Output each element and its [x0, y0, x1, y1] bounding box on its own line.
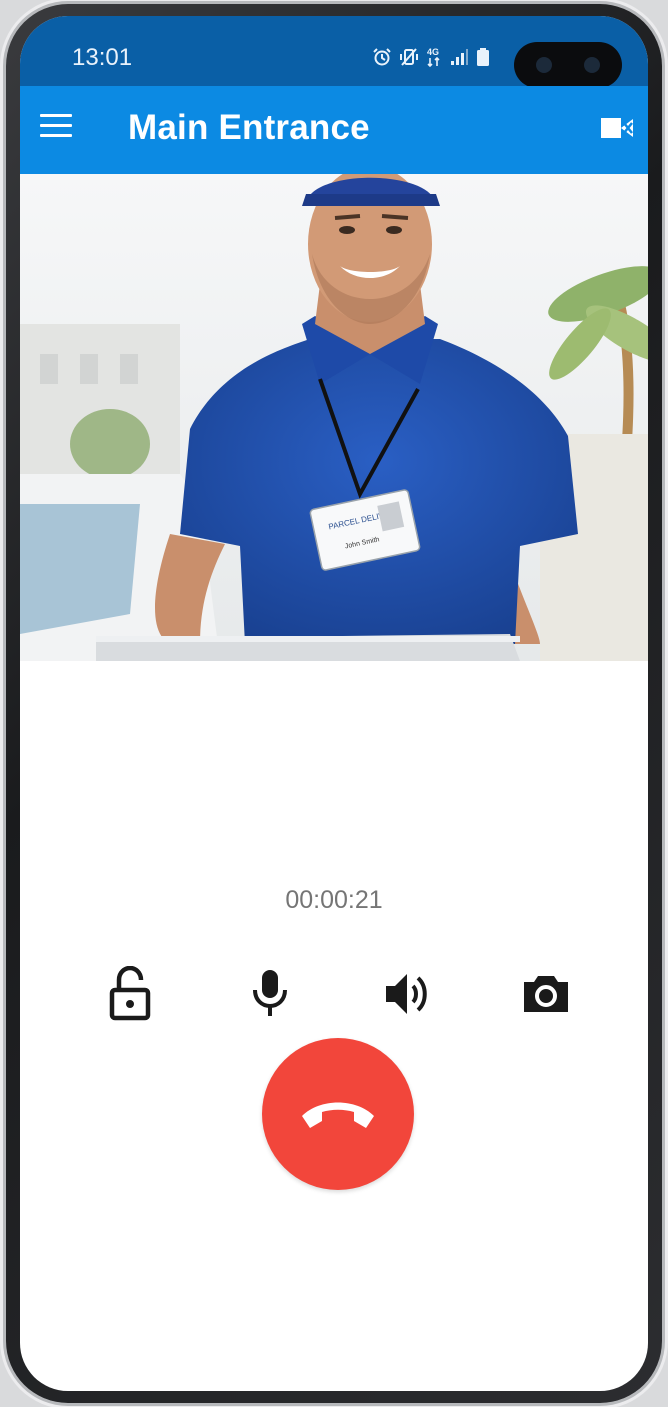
hamburger-menu-icon[interactable]	[40, 114, 72, 142]
alarm-icon	[373, 48, 391, 66]
status-time: 13:01	[72, 44, 133, 71]
battery-icon	[477, 48, 489, 66]
signal-icon	[451, 49, 468, 65]
status-bar: 13:01 4G	[20, 16, 648, 88]
status-icons: 4G	[372, 46, 490, 68]
phone-frame: 13:01 4G Main Entrance PARCEL DELIVERY J…	[6, 4, 662, 1403]
unlock-icon	[109, 966, 151, 1021]
front-camera-cutout	[514, 42, 622, 88]
camera-icon	[524, 976, 568, 1012]
vibrate-icon	[400, 48, 418, 66]
screen: 13:01 4G Main Entrance PARCEL DELIVERY J…	[20, 16, 648, 1391]
video-feed: PARCEL DELIVERY John Smith	[20, 174, 648, 661]
call-controls	[20, 966, 648, 1030]
app-bar: Main Entrance	[20, 86, 648, 174]
video-camera-icon[interactable]	[600, 114, 634, 147]
microphone-icon	[253, 970, 287, 1016]
svg-text:4G: 4G	[427, 47, 439, 57]
hangup-button[interactable]	[262, 1038, 414, 1190]
call-duration: 00:00:21	[285, 886, 383, 914]
microphone-button[interactable]	[238, 966, 302, 1030]
phone-hangup-icon	[302, 1102, 374, 1128]
unlock-button[interactable]	[98, 966, 162, 1030]
page-title: Main Entrance	[128, 108, 370, 147]
speaker-icon	[386, 974, 427, 1014]
snapshot-button[interactable]	[514, 966, 578, 1030]
network-4g-icon: 4G	[427, 47, 440, 68]
speaker-button[interactable]	[376, 966, 440, 1030]
